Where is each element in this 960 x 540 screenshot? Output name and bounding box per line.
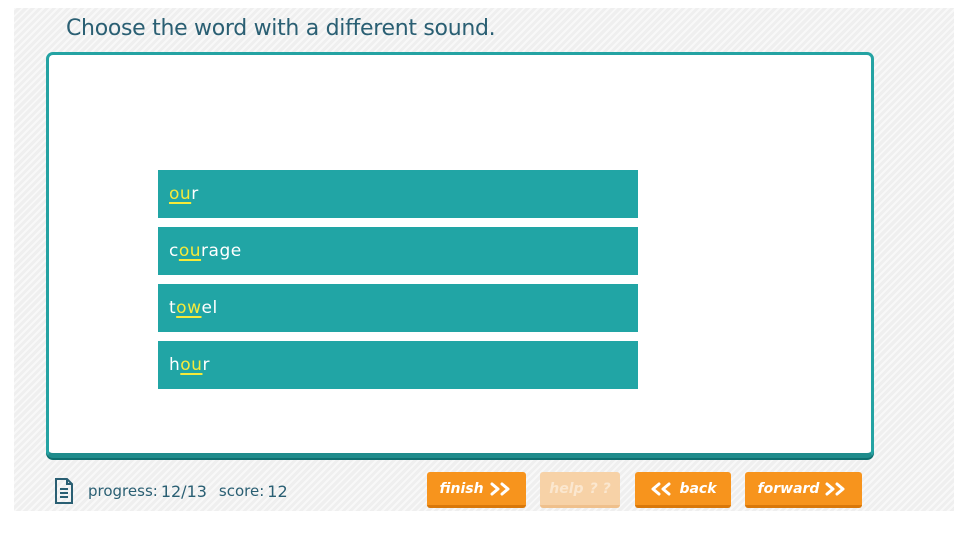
double-chevron-left-icon: [649, 482, 673, 496]
help-button[interactable]: help ? ?: [540, 472, 620, 508]
instruction-title: Choose the word with a different sound.: [66, 16, 496, 41]
forward-button-label: forward: [757, 480, 820, 497]
help-button-label: help: [549, 480, 584, 497]
back-button-label: back: [679, 480, 717, 497]
help-icon: ? ?: [589, 480, 611, 497]
score-label: score:: [218, 482, 265, 500]
progress-bar: progress: 12/13 score: 12: [54, 478, 300, 504]
double-chevron-right-icon: [490, 482, 514, 496]
progress-label: progress:: [88, 482, 158, 500]
sound-highlight: ou: [180, 355, 203, 375]
finish-button[interactable]: finish: [427, 472, 526, 508]
sound-highlight: ou: [178, 241, 202, 261]
score-value: 12: [267, 481, 288, 501]
sound-highlight: ow: [176, 298, 202, 318]
answer-option-our[interactable]: our: [158, 170, 638, 218]
document-icon: [54, 478, 74, 504]
answer-word: courage: [169, 241, 242, 261]
finish-button-label: finish: [439, 480, 484, 497]
sound-highlight: ou: [169, 184, 192, 204]
answer-word: hour: [169, 355, 210, 375]
progress-value: 12/13: [160, 481, 207, 501]
answer-option-towel[interactable]: towel: [158, 284, 638, 332]
back-button[interactable]: back: [635, 472, 731, 508]
answer-word: towel: [169, 298, 218, 318]
forward-button[interactable]: forward: [745, 472, 862, 508]
double-chevron-right-icon: [825, 482, 849, 496]
answer-option-hour[interactable]: hour: [158, 341, 638, 389]
answer-word: our: [169, 184, 199, 204]
answer-option-courage[interactable]: courage: [158, 227, 638, 275]
answer-list: our courage towel hour: [158, 170, 638, 398]
